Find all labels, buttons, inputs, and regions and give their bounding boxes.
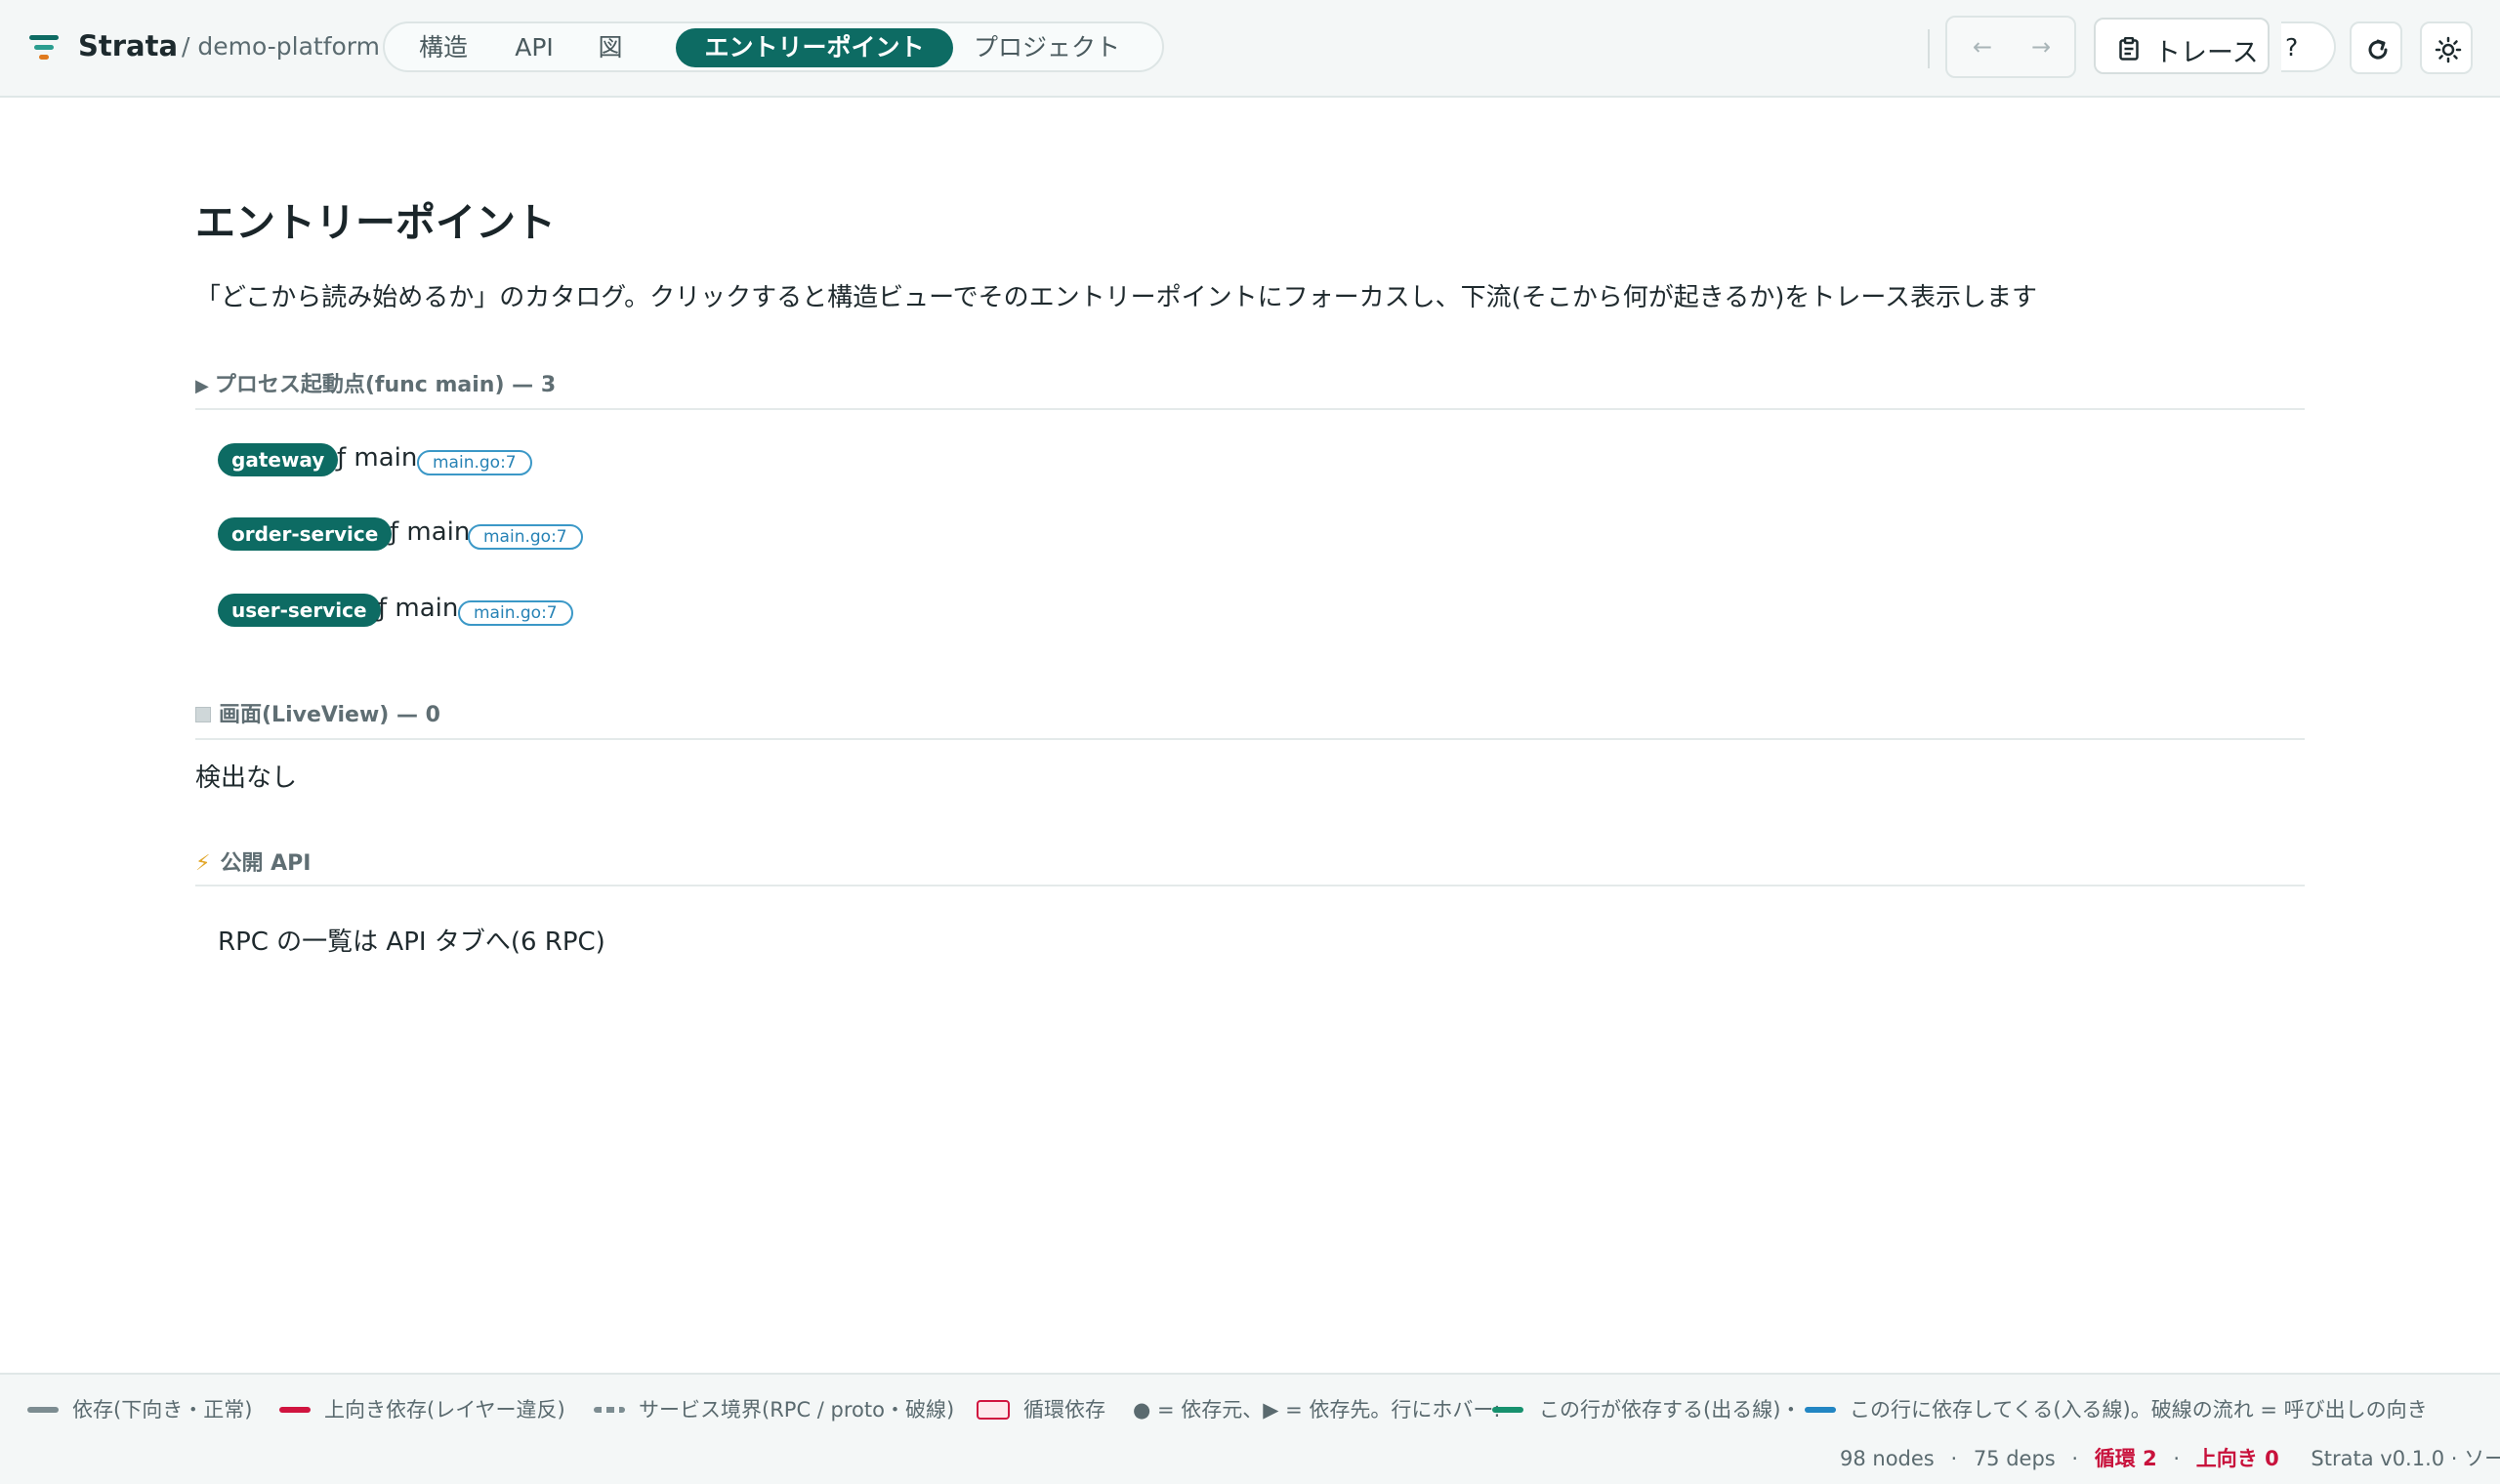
source-location-link[interactable]: main.go:7	[468, 524, 583, 550]
separator-dot: ·	[2071, 1447, 2079, 1470]
tab-entrypoints[interactable]: エントリーポイント	[676, 28, 953, 67]
legend-label: 上向き依存(レイヤー違反)	[324, 1398, 565, 1422]
function-name: ƒ main	[378, 594, 459, 623]
legend-label: 依存(下向き・正常)	[72, 1398, 253, 1422]
api-tab-hint[interactable]: RPC の一覧は API タブへ(6 RPC)	[218, 922, 605, 958]
clipboard-icon	[2119, 37, 2139, 61]
view-tabs: 構造 API 図 エントリーポイント プロジェクト	[383, 21, 1164, 72]
process-section-header[interactable]: ▶ プロセス起動点(func main) — 3	[195, 367, 556, 398]
legend-label: この行に依存してくる(入る線)。破線の流れ = 呼び出しの向き	[1850, 1398, 2428, 1422]
top-bar: Strata / demo-platform 構造 API 図 エントリーポイン…	[0, 0, 2500, 98]
process-section-title: プロセス起動点(func main) — 3	[214, 373, 557, 397]
trace-button-label: トレース	[2154, 38, 2259, 68]
service-badge: user-service	[218, 594, 381, 627]
legend-label: サービス境界(RPC / proto・破線)	[639, 1398, 955, 1422]
cycle-count[interactable]: 循環 2	[2095, 1447, 2157, 1470]
legend-swatch-cycle	[977, 1400, 1010, 1420]
theme-toggle-button[interactable]	[2420, 21, 2473, 74]
version-info[interactable]: Strata v0.1.0 · ソース	[2311, 1447, 2500, 1470]
legend-label: 循環依存	[1023, 1398, 1105, 1422]
api-section-header: ⚡ 公開 API	[195, 845, 311, 877]
upward-count[interactable]: 上向き 0	[2196, 1447, 2279, 1470]
legend-swatch-incoming	[1805, 1407, 1836, 1413]
tab-project[interactable]: プロジェクト	[969, 28, 1125, 67]
trace-button[interactable]: トレース	[2094, 18, 2270, 74]
empty-state-text: 検出なし	[195, 763, 298, 793]
function-name: ƒ main	[337, 443, 418, 473]
section-divider	[195, 738, 2305, 740]
service-badge: gateway	[218, 443, 339, 476]
forward-arrow-icon[interactable]: →	[2021, 29, 2061, 64]
screen-section-header: 画面(LiveView) — 0	[195, 697, 440, 728]
page-description: 「どこから読み始めるか」のカタログ。クリックすると構造ビューでそのエントリーポイ…	[195, 283, 2038, 312]
header-divider	[1928, 29, 1930, 68]
node-count: 98 nodes	[1840, 1447, 1935, 1470]
separator-dot: ·	[1950, 1447, 1958, 1470]
legend-swatch-upward	[279, 1407, 311, 1413]
screen-icon	[195, 707, 211, 722]
legend-swatch-normal	[27, 1407, 59, 1413]
back-arrow-icon[interactable]: ←	[1963, 29, 2002, 64]
sun-icon	[2435, 36, 2462, 63]
app-brand[interactable]: Strata	[78, 29, 178, 62]
api-section-title: 公開 API	[220, 851, 312, 876]
breadcrumb: / demo-platform	[182, 32, 380, 61]
tab-structure[interactable]: 構造	[404, 28, 482, 67]
reload-icon	[2368, 39, 2388, 60]
tab-diagram[interactable]: 図	[586, 28, 635, 67]
section-divider	[195, 885, 2305, 886]
source-location-link[interactable]: main.go:7	[417, 450, 532, 475]
service-badge: order-service	[218, 517, 393, 551]
stats-bar: 98 nodes · 75 deps · 循環 2 · 上向き 0 Strata…	[1840, 1443, 2500, 1474]
function-name: ƒ main	[390, 517, 471, 547]
legend-label: この行が依存する(出る線)・	[1539, 1398, 1802, 1422]
legend-label: ● = 依存元、▶ = 依存先。行にホバー:	[1133, 1398, 1501, 1422]
strata-logo-icon	[29, 35, 61, 64]
status-footer: 依存(下向き・正常) 上向き依存(レイヤー違反) サービス境界(RPC / pr…	[0, 1373, 2500, 1484]
section-divider	[195, 408, 2305, 410]
screen-section-title: 画面(LiveView) — 0	[219, 703, 440, 727]
legend: 依存(下向き・正常) 上向き依存(レイヤー違反) サービス境界(RPC / pr…	[0, 1392, 2500, 1427]
lightning-icon: ⚡	[195, 851, 211, 876]
help-label: ?	[2285, 33, 2299, 62]
source-location-link[interactable]: main.go:7	[458, 600, 573, 626]
legend-swatch-boundary	[594, 1407, 625, 1413]
dep-count: 75 deps	[1973, 1447, 2056, 1470]
collapse-triangle-icon: ▶	[195, 376, 209, 396]
tab-api[interactable]: API	[500, 28, 568, 67]
separator-dot: ·	[2173, 1447, 2181, 1470]
help-button[interactable]: ?	[2281, 21, 2336, 72]
reload-button[interactable]	[2350, 21, 2402, 74]
history-nav: ← →	[1945, 16, 2076, 78]
legend-swatch-outgoing	[1492, 1407, 1523, 1413]
page-title: エントリーポイント	[195, 199, 556, 246]
